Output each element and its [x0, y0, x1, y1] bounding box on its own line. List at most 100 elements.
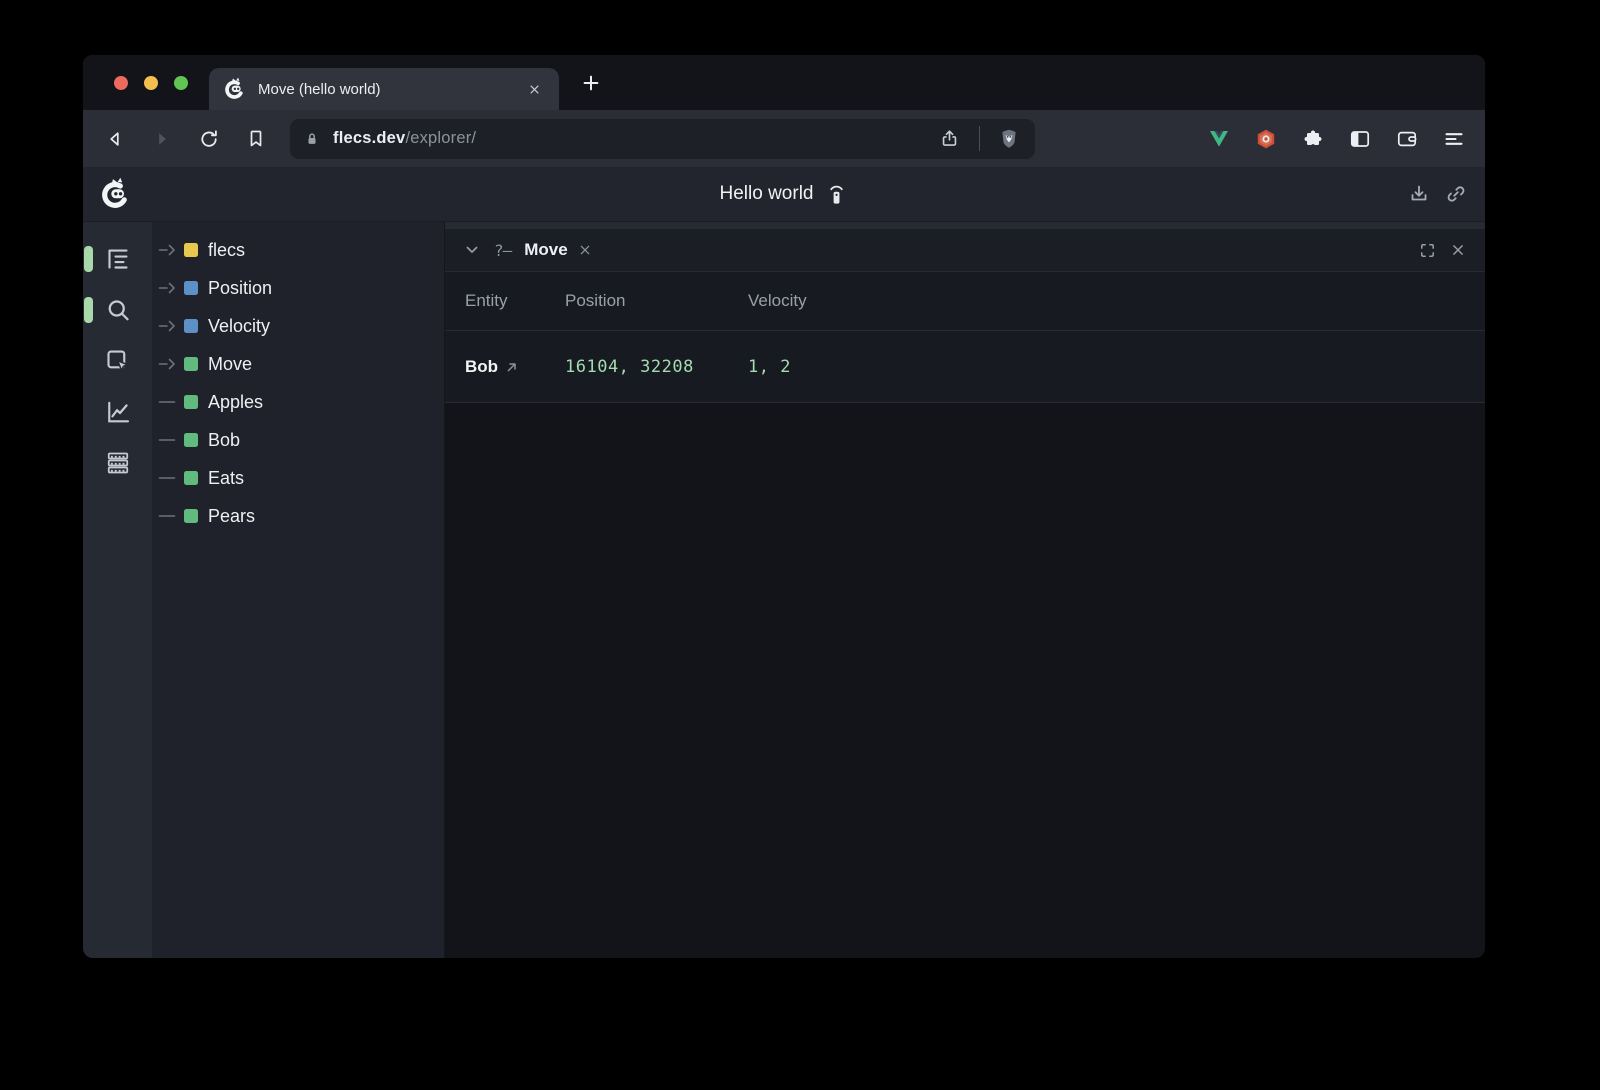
query-collapse-button[interactable] — [461, 239, 483, 261]
browser-menu-button[interactable] — [1437, 122, 1471, 156]
fullscreen-icon — [1418, 241, 1437, 260]
entity-tree-panel: flecs Position Velocity Move Apples Bob EatsPe… — [152, 222, 445, 958]
new-tab-button[interactable] — [575, 67, 607, 99]
expand-arrow-icon[interactable] — [158, 356, 180, 372]
tab-title: Move (hello world) — [258, 81, 523, 98]
query-panel: ?– Move — [445, 222, 1485, 958]
tree-item-move[interactable]: Move — [152, 345, 444, 383]
share-link-button[interactable] — [1443, 181, 1469, 207]
forward-button[interactable] — [145, 122, 179, 156]
vue-icon — [1207, 127, 1231, 151]
macos-window-controls — [83, 55, 209, 110]
leaf-line-icon — [158, 394, 180, 410]
browser-toolbar: flecs.dev/explorer/ — [83, 110, 1485, 167]
sidebar-memory-button[interactable] — [103, 448, 133, 478]
velocity-value: 1, 2 — [748, 357, 1485, 377]
column-header-position: Position — [565, 291, 748, 311]
leaf-line-icon — [158, 470, 180, 486]
line-chart-icon — [103, 397, 133, 427]
tree-item-flecs[interactable]: flecs — [152, 231, 444, 269]
fullscreen-button[interactable] — [1416, 239, 1438, 261]
back-button[interactable] — [98, 122, 132, 156]
icon-sidebar — [83, 222, 152, 958]
chevron-down-icon — [462, 240, 482, 260]
tree-item-label: Apples — [208, 392, 263, 413]
panel-resize-handle[interactable] — [445, 222, 1485, 229]
wallet-icon — [1395, 127, 1419, 151]
entity-color-square — [184, 243, 198, 257]
download-button[interactable] — [1406, 181, 1432, 207]
minimize-window-button[interactable] — [144, 76, 158, 90]
expand-arrow-icon[interactable] — [158, 318, 180, 334]
leaf-line-icon — [158, 508, 180, 524]
url-domain: flecs.dev — [333, 129, 405, 147]
tree-item-apples[interactable]: Apples — [152, 383, 444, 421]
tree-item-position[interactable]: Position — [152, 269, 444, 307]
tree-item-bob[interactable]: Bob — [152, 421, 444, 459]
extension-cluster — [1202, 122, 1471, 156]
browser-window: Move (hello world) — [83, 55, 1485, 958]
extensions-button[interactable] — [1296, 122, 1330, 156]
tree-item-eats[interactable]: Eats — [152, 459, 444, 497]
query-tab-bar: ?– Move — [445, 229, 1485, 272]
tree-item-label: flecs — [208, 240, 245, 261]
close-icon — [577, 242, 593, 258]
sidebar-tree-button[interactable] — [103, 244, 133, 274]
sidebar-toggle-button[interactable] — [1343, 122, 1377, 156]
reload-icon — [197, 127, 221, 151]
expand-arrow-icon[interactable] — [158, 242, 180, 258]
sidebar-stats-button[interactable] — [103, 397, 133, 427]
expand-arrow-icon[interactable] — [158, 280, 180, 296]
hexagon-extension-button[interactable] — [1249, 122, 1283, 156]
close-window-button[interactable] — [114, 76, 128, 90]
url-bar-separator — [979, 126, 981, 151]
tree-item-velocity[interactable]: Velocity — [152, 307, 444, 345]
world-title-group: Hello world — [720, 182, 849, 207]
reload-button[interactable] — [192, 122, 226, 156]
entity-color-square — [184, 509, 198, 523]
back-icon — [103, 127, 127, 151]
tree-item-label: Move — [208, 354, 252, 375]
hamburger-menu-icon — [1442, 127, 1466, 151]
sidebar-inspector-button[interactable] — [103, 346, 133, 376]
active-indicator-search — [84, 297, 93, 323]
tree-outline-icon — [103, 244, 133, 274]
entity-tree: flecs Position Velocity Move Apples Bob EatsPe… — [152, 231, 444, 535]
lock-icon[interactable] — [302, 129, 322, 149]
query-tab-title: Move — [524, 240, 567, 260]
entity-color-square — [184, 357, 198, 371]
tree-item-label: Position — [208, 278, 272, 299]
url-path: /explorer/ — [405, 129, 476, 147]
browser-tab[interactable]: Move (hello world) — [209, 68, 559, 110]
sidebar-search-button[interactable] — [103, 295, 133, 325]
zoom-window-button[interactable] — [174, 76, 188, 90]
share-button[interactable] — [936, 125, 964, 153]
brave-shields-button[interactable] — [995, 125, 1023, 153]
url-bar[interactable]: flecs.dev/explorer/ — [290, 119, 1035, 159]
memory-modules-icon — [103, 448, 133, 478]
entity-color-square — [184, 433, 198, 447]
brave-shield-icon — [997, 127, 1021, 151]
tree-item-label: Bob — [208, 430, 240, 451]
close-icon — [1449, 241, 1467, 259]
link-icon — [1444, 182, 1468, 206]
remote-connection-icon[interactable] — [823, 182, 848, 207]
world-title: Hello world — [720, 183, 814, 205]
tree-item-pears[interactable]: Pears — [152, 497, 444, 535]
download-icon — [1407, 182, 1431, 206]
open-entity-arrow-icon[interactable] — [505, 360, 519, 374]
browser-tab-bar: Move (hello world) — [83, 55, 1485, 110]
vue-devtools-extension-button[interactable] — [1202, 122, 1236, 156]
tab-close-button[interactable] — [523, 78, 545, 100]
wallet-button[interactable] — [1390, 122, 1424, 156]
sidebar-panel-icon — [1348, 127, 1372, 151]
table-row: Bob 16104, 32208 1, 2 — [445, 331, 1485, 403]
plus-icon — [580, 72, 602, 94]
flecs-logo — [99, 177, 133, 211]
search-icon — [103, 295, 133, 325]
panel-close-button[interactable] — [1447, 239, 1469, 261]
query-close-button[interactable] — [575, 240, 595, 260]
entity-name-link[interactable]: Bob — [465, 357, 498, 377]
close-icon — [527, 82, 542, 97]
bookmark-button[interactable] — [239, 122, 273, 156]
